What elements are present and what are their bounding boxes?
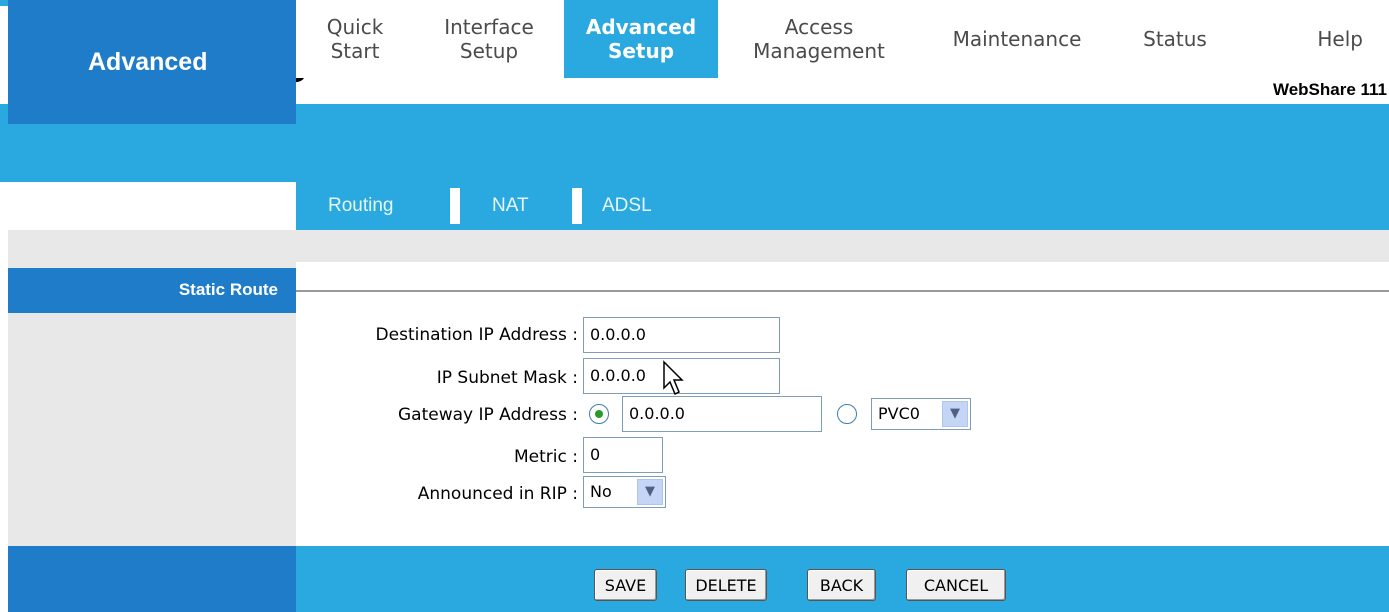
- chevron-down-icon: ▼: [942, 401, 968, 427]
- section-title-box: Static Route: [8, 268, 296, 313]
- menu-access-management[interactable]: Access Management: [718, 0, 920, 78]
- radio-selected-dot: [595, 410, 603, 418]
- section-divider: [296, 290, 1389, 292]
- gateway-ip-radio[interactable]: [589, 404, 609, 424]
- menu-advanced-setup[interactable]: Advanced Setup: [564, 0, 718, 78]
- cancel-button[interactable]: CANCEL: [906, 569, 1006, 601]
- model-name: WebShare 111: [1272, 80, 1387, 99]
- submenu-adsl[interactable]: ADSL: [602, 195, 652, 217]
- menu-status[interactable]: Status: [1114, 0, 1236, 78]
- dest-ip-input[interactable]: 0.0.0.0: [583, 317, 780, 353]
- gateway-ip-label: Gateway IP Address :: [397, 405, 578, 425]
- metric-label: Metric :: [514, 447, 578, 467]
- menu-label: Maintenance: [952, 27, 1082, 51]
- main-menu: Quick Start Interface Setup Advanced Set…: [296, 0, 1389, 78]
- gateway-pvc-select[interactable]: PVC0 ▼: [871, 398, 971, 430]
- rip-label: Announced in RIP :: [417, 484, 578, 504]
- footer-left-panel: [8, 546, 296, 612]
- section-title: Static Route: [178, 280, 278, 299]
- save-button[interactable]: SAVE: [594, 569, 657, 601]
- spacer-bar: [8, 230, 1389, 262]
- menu-label: Help: [1317, 27, 1363, 51]
- subnet-mask-label: IP Subnet Mask :: [436, 368, 578, 388]
- submenu-separator: [572, 188, 582, 224]
- nav-section-title: Advanced: [88, 48, 208, 76]
- back-button[interactable]: BACK: [807, 569, 876, 601]
- delete-button[interactable]: DELETE: [685, 569, 767, 601]
- menu-label: Interface Setup: [444, 15, 534, 63]
- submenu-routing[interactable]: Routing: [328, 195, 394, 217]
- gateway-ip-input[interactable]: 0.0.0.0: [622, 396, 822, 432]
- menu-label: Advanced Setup: [585, 15, 697, 63]
- mouse-cursor-icon: [663, 360, 684, 396]
- menu-label: Status: [1143, 27, 1207, 51]
- submenu-separator: [450, 188, 460, 224]
- dest-ip-label: Destination IP Address :: [375, 325, 578, 345]
- menu-label: Quick Start: [326, 15, 384, 63]
- sub-menu: Routing NAT ADSL: [296, 182, 1389, 230]
- menu-quick-start[interactable]: Quick Start: [296, 0, 414, 78]
- rip-select[interactable]: No ▼: [583, 476, 666, 508]
- pvc-selected-value: PVC0: [878, 404, 920, 423]
- chevron-down-icon: ▼: [637, 479, 663, 505]
- menu-interface-setup[interactable]: Interface Setup: [414, 0, 564, 78]
- menu-help[interactable]: Help: [1266, 0, 1389, 78]
- menu-maintenance[interactable]: Maintenance: [920, 0, 1114, 78]
- nav-left-panel: Advanced: [8, 0, 296, 124]
- metric-input[interactable]: 0: [583, 437, 663, 473]
- rip-selected-value: No: [590, 482, 612, 501]
- submenu-nat[interactable]: NAT: [492, 195, 529, 217]
- menu-label: Access Management: [753, 15, 885, 63]
- gateway-pvc-radio[interactable]: [837, 404, 857, 424]
